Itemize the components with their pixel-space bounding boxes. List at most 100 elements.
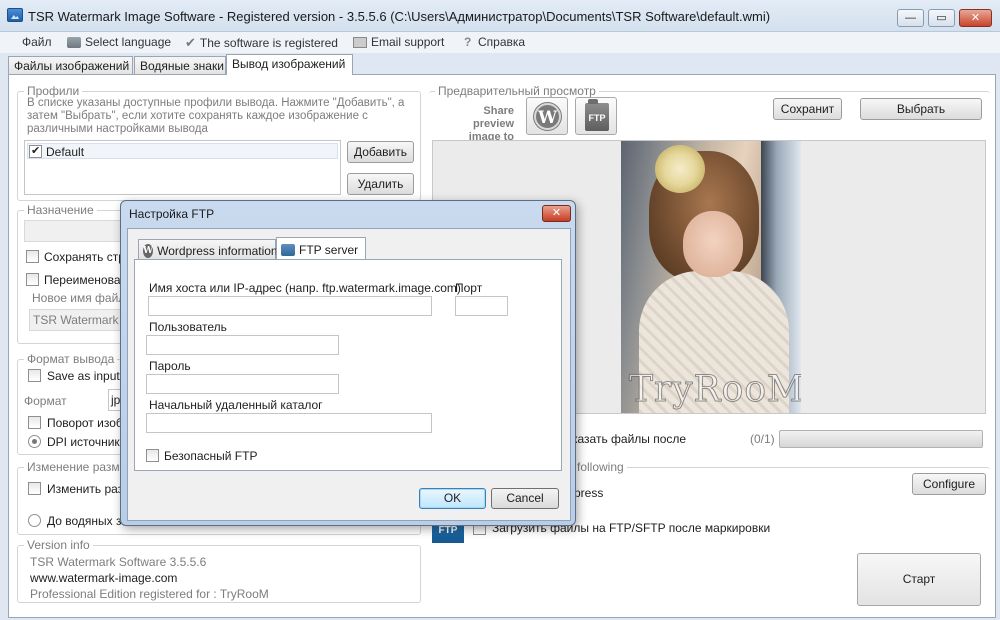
resize-label: Изменение разме xyxy=(24,460,130,474)
envelope-icon xyxy=(353,36,367,48)
share-wordpress-button[interactable]: W xyxy=(526,97,568,135)
checkmark-icon: ✔ xyxy=(185,35,196,50)
resize-checkbox[interactable] xyxy=(28,482,41,495)
profiles-description: В списке указаны доступные профили вывод… xyxy=(27,97,405,135)
tab-ftp-server[interactable]: FTP server xyxy=(276,237,366,259)
remote-dir-input[interactable] xyxy=(146,413,432,433)
app-icon xyxy=(7,8,23,22)
dialog-body: W Wordpress information FTP server Имя х… xyxy=(127,228,571,521)
ftp-settings-dialog: Настройка FTP ✕ W Wordpress information … xyxy=(120,200,576,526)
secure-ftp-label: Безопасный FTP xyxy=(164,449,258,463)
menu-bar: Файл Select language ✔ The software is r… xyxy=(0,32,1000,53)
menu-file[interactable]: Файл xyxy=(22,35,52,49)
version-line-3: Professional Edition registered for : Tr… xyxy=(30,587,269,601)
user-input[interactable] xyxy=(146,335,339,355)
preview-image: TryRooM xyxy=(621,141,801,413)
rotate-checkbox[interactable] xyxy=(28,416,41,429)
user-label: Пользователь xyxy=(149,320,227,334)
menu-registered[interactable]: ✔ The software is registered xyxy=(185,35,338,51)
profile-checkbox[interactable] xyxy=(29,144,42,158)
to-watermarks-label: До водяных зн xyxy=(47,514,129,528)
secure-ftp-checkbox[interactable] xyxy=(146,449,159,462)
keyboard-icon xyxy=(67,36,81,48)
menu-registered-label: The software is registered xyxy=(199,36,338,50)
tab-wordpress-information[interactable]: W Wordpress information xyxy=(138,239,278,259)
select-image-button[interactable]: Выбрать xyxy=(860,98,982,120)
tab-watermarks[interactable]: Водяные знаки xyxy=(134,56,226,75)
resize-change-label: Изменить раз xyxy=(47,482,124,496)
list-item[interactable]: Default xyxy=(27,143,338,159)
cancel-button[interactable]: Cancel xyxy=(491,488,559,509)
delete-profile-button[interactable]: Удалить xyxy=(347,173,414,195)
tab-image-output[interactable]: Вывод изображений xyxy=(226,54,353,75)
window-title: TSR Watermark Image Software - Registere… xyxy=(28,9,771,24)
upload-following-label: following xyxy=(574,460,627,474)
save-preview-button[interactable]: Сохранит xyxy=(773,98,842,120)
format-label: Формат xyxy=(24,394,67,408)
save-as-input-label: Save as input/ xyxy=(47,369,124,383)
close-button[interactable]: ✕ xyxy=(959,9,992,27)
photo-flower xyxy=(655,145,705,193)
wordpress-upload-label: press xyxy=(574,486,604,500)
question-icon: ? xyxy=(464,35,472,49)
keep-structure-checkbox[interactable] xyxy=(26,250,39,263)
ftp-server-icon xyxy=(281,244,295,256)
tab-ftp-label: FTP server xyxy=(299,243,359,257)
menu-select-language-label: Select language xyxy=(85,35,172,49)
show-files-after-label: казать файлы после xyxy=(572,432,687,446)
host-input[interactable] xyxy=(148,296,432,316)
menu-select-language[interactable]: Select language xyxy=(67,35,171,49)
start-button[interactable]: Старт xyxy=(857,553,981,606)
menu-help[interactable]: ? Справка xyxy=(464,35,525,49)
new-name-value: TSR Watermark - xyxy=(33,313,126,327)
keep-structure-label: Сохранять стр xyxy=(44,250,125,264)
to-watermarks-radio[interactable] xyxy=(28,514,41,527)
rename-checkbox[interactable] xyxy=(26,273,39,286)
new-name-field[interactable]: TSR Watermark - xyxy=(29,309,129,331)
port-input[interactable] xyxy=(455,296,508,316)
version-line-2: www.watermark-image.com xyxy=(30,571,178,585)
remote-dir-label: Начальный удаленный каталог xyxy=(149,398,323,412)
profile-name: Default xyxy=(46,145,85,159)
maximize-button[interactable]: ▭ xyxy=(928,9,955,27)
configure-button[interactable]: Configure xyxy=(912,473,986,495)
title-bar: TSR Watermark Image Software - Registere… xyxy=(0,0,1000,32)
menu-email-support[interactable]: Email support xyxy=(353,35,444,49)
add-profile-button[interactable]: Добавить xyxy=(347,141,414,163)
ftp-server-panel: Имя хоста или IP-адрес (напр. ftp.waterm… xyxy=(134,259,562,471)
ftp-folder-icon: FTP xyxy=(585,99,609,131)
share-preview-label-line-1: Share preview xyxy=(473,105,514,130)
watermark-text: TryRooM xyxy=(629,369,801,411)
destination-path-field[interactable] xyxy=(24,220,134,242)
rotate-label: Поворот изоб xyxy=(47,416,123,430)
menu-email-support-label: Email support xyxy=(371,35,445,49)
progress-bar xyxy=(779,430,983,448)
dpi-source-radio[interactable] xyxy=(28,435,41,448)
profiles-list[interactable]: Default xyxy=(24,140,341,195)
password-label: Пароль xyxy=(149,359,191,373)
wordpress-small-icon: W xyxy=(143,244,154,258)
output-format-label: Формат вывода xyxy=(24,352,118,366)
version-label: Version info xyxy=(24,538,93,552)
ok-button[interactable]: OK xyxy=(419,488,486,509)
destination-label: Назначение xyxy=(24,203,97,217)
menu-help-label: Справка xyxy=(478,35,526,49)
progress-count: (0/1) xyxy=(750,432,775,446)
version-line-1: TSR Watermark Software 3.5.5.6 xyxy=(30,555,207,569)
share-ftp-button[interactable]: FTP xyxy=(575,97,617,135)
dialog-close-button[interactable]: ✕ xyxy=(542,205,571,222)
dialog-title: Настройка FTP xyxy=(129,207,215,221)
port-label: Порт xyxy=(455,281,483,295)
photo-face xyxy=(683,211,743,277)
profiles-label: Профили xyxy=(24,84,83,98)
tab-image-files[interactable]: Файлы изображений xyxy=(8,56,133,75)
rename-label: Переименоват xyxy=(44,273,126,287)
format-value: jp xyxy=(111,393,121,407)
dpi-source-label: DPI источник xyxy=(47,435,120,449)
minimize-button[interactable]: — xyxy=(897,9,924,27)
password-input[interactable] xyxy=(146,374,339,394)
host-label: Имя хоста или IP-адрес (напр. ftp.waterm… xyxy=(149,281,461,295)
preview-label: Предварительный просмотр xyxy=(435,84,599,98)
tab-wordpress-label: Wordpress information xyxy=(157,244,278,258)
save-as-input-checkbox[interactable] xyxy=(28,369,41,382)
